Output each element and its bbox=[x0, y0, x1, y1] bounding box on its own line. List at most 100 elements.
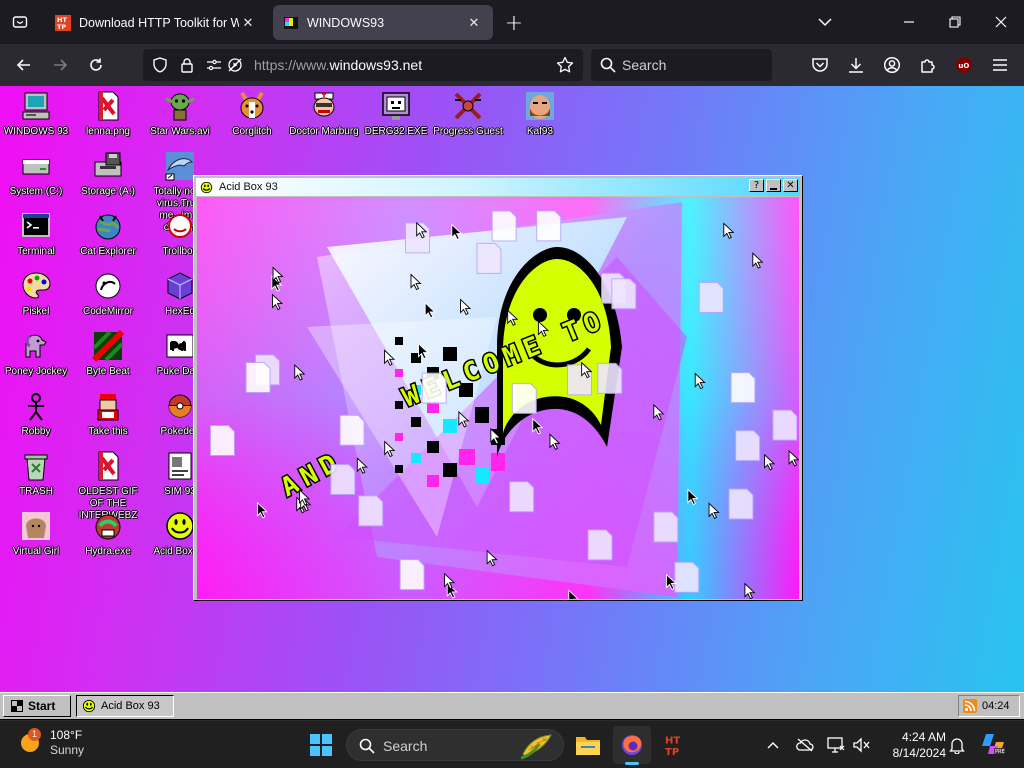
extensions-button[interactable] bbox=[914, 51, 942, 79]
desktop-icon-byte-beat[interactable]: Byte Beat bbox=[72, 330, 144, 378]
downloads-button[interactable] bbox=[842, 51, 870, 79]
rss-feed-icon[interactable] bbox=[963, 699, 977, 713]
app-menu-button[interactable] bbox=[986, 51, 1014, 79]
lock-icon[interactable] bbox=[179, 57, 195, 77]
desktop-icon-cat-explorer[interactable]: Cat Explorer bbox=[72, 210, 144, 258]
trash-icon bbox=[24, 454, 48, 481]
window-help-button[interactable]: ? bbox=[749, 179, 764, 192]
file-explorer-button[interactable] bbox=[569, 726, 607, 764]
desktop-icon-trash[interactable]: TRASH bbox=[0, 450, 72, 498]
floating-document-icon bbox=[511, 382, 537, 414]
desktop-icon-star-wars[interactable]: Star Wars.avi bbox=[144, 90, 216, 138]
desktop-icon-codemirror[interactable]: CodeMirror bbox=[72, 270, 144, 318]
close-tab-button[interactable]: ✕ bbox=[239, 14, 257, 32]
desktop-icon-system-c[interactable]: System (C:) bbox=[0, 150, 72, 198]
desktop-icon-storage-a[interactable]: Storage (A:) bbox=[72, 150, 144, 198]
desktop-icon-virtual-girl[interactable]: Virtual Girl bbox=[0, 510, 72, 558]
start-button[interactable]: Start bbox=[3, 695, 71, 717]
desktop-icon-kaf93[interactable]: Kaf93 bbox=[504, 90, 576, 138]
floating-document-icon bbox=[674, 561, 700, 593]
http-toolkit-button[interactable]: HT TP bbox=[657, 726, 695, 764]
windows93-desktop: WINDOWS 93 lenna.png Star Wars.avi Corgl… bbox=[0, 86, 1024, 692]
reload-button[interactable] bbox=[82, 51, 110, 79]
window-close-button[interactable]: ✕ bbox=[783, 179, 798, 192]
bookmark-star-icon[interactable] bbox=[556, 56, 574, 78]
network-status-button[interactable] bbox=[795, 735, 815, 755]
monitor-face-icon bbox=[382, 92, 410, 120]
close-tab-button[interactable]: ✕ bbox=[465, 14, 483, 32]
new-tab-button[interactable]: + bbox=[500, 9, 528, 37]
desktop-icon-lenna[interactable]: lenna.png bbox=[72, 90, 144, 138]
download-icon bbox=[849, 58, 863, 73]
desktop-icon-derg32[interactable]: DERG32.EXE bbox=[360, 90, 432, 138]
image-file-icon bbox=[98, 91, 119, 121]
desktop-icon-label: lenna.png bbox=[86, 126, 130, 137]
minimize-window-button[interactable] bbox=[894, 8, 924, 36]
minimize-icon bbox=[770, 188, 777, 190]
back-button[interactable] bbox=[10, 51, 38, 79]
desktop-icon-windows93[interactable]: WINDOWS 93 bbox=[0, 90, 72, 138]
chevron-up-icon bbox=[767, 742, 779, 749]
tracking-protection-shield-icon[interactable] bbox=[152, 57, 168, 77]
tab-http-toolkit[interactable]: HT TP Download HTTP Toolkit for Win ✕ bbox=[45, 5, 267, 40]
ublock-origin-button[interactable]: uO bbox=[950, 51, 978, 79]
crossed-swords-icon bbox=[454, 92, 482, 120]
acid-box-canvas[interactable]: WELCOME TO AND bbox=[197, 197, 799, 599]
desktop-icon-doctor-marburg[interactable]: Doctor Marburg bbox=[288, 90, 360, 138]
autoplay-blocked-icon[interactable] bbox=[227, 57, 243, 77]
windows-search-box[interactable]: Search bbox=[346, 729, 564, 761]
tab-windows93[interactable]: WINDOWS93 ✕ bbox=[273, 5, 493, 40]
system-clock[interactable]: 4:24 AM 8/14/2024 bbox=[880, 729, 946, 761]
minimize-icon bbox=[904, 21, 914, 23]
hamburger-menu-icon bbox=[993, 59, 1007, 71]
browser-tab-strip: HT TP Download HTTP Toolkit for Win ✕ WIN… bbox=[0, 0, 1024, 44]
desktop-icon-label: Kaf93 bbox=[526, 126, 554, 137]
trollbox-icon bbox=[168, 214, 192, 238]
cat-globe-icon bbox=[95, 214, 121, 240]
desktop-icon-piskel[interactable]: Piskel bbox=[0, 270, 72, 318]
notifications-button[interactable] bbox=[947, 735, 967, 755]
display-settings-button[interactable] bbox=[826, 735, 846, 755]
close-window-button[interactable] bbox=[986, 8, 1016, 36]
windows93-logo-icon bbox=[11, 700, 23, 712]
floating-document-icon bbox=[611, 278, 637, 310]
url-text[interactable]: https://www.windows93.net bbox=[254, 57, 422, 73]
window-minimize-button[interactable] bbox=[766, 179, 781, 192]
desktop-icon-poney-jockey[interactable]: Poney Jockey bbox=[0, 330, 72, 378]
desktop-icon-robby[interactable]: Robby bbox=[0, 390, 72, 438]
firefox-button[interactable] bbox=[613, 726, 651, 765]
pocket-button[interactable] bbox=[806, 51, 834, 79]
permissions-icon[interactable] bbox=[206, 57, 222, 77]
desktop-icon-label: Star Wars.avi bbox=[150, 126, 210, 137]
floating-document-icon bbox=[209, 425, 235, 457]
tab-overflow-button[interactable] bbox=[810, 8, 840, 36]
windows-start-button[interactable] bbox=[302, 726, 340, 764]
taskbar-item-acid-box[interactable]: Acid Box 93 bbox=[76, 695, 174, 717]
clock-date: 8/14/2024 bbox=[892, 746, 946, 760]
weather-widget[interactable]: 1 108°F Sunny bbox=[18, 728, 84, 758]
show-hidden-icons-button[interactable] bbox=[763, 735, 783, 755]
forward-button[interactable] bbox=[46, 51, 74, 79]
desktop-icon-progress-guest[interactable]: Progress Guest bbox=[432, 90, 504, 138]
acid-box-window[interactable]: Acid Box 93 ? ✕ WELCOME TO AND bbox=[193, 175, 803, 601]
tab-list-icon bbox=[12, 16, 28, 28]
desktop-icon-terminal[interactable]: Terminal bbox=[0, 210, 72, 258]
account-button[interactable] bbox=[878, 51, 906, 79]
window-titlebar[interactable]: Acid Box 93 bbox=[196, 178, 800, 196]
desktop-icon-corglitch[interactable]: Corglitch bbox=[216, 90, 288, 138]
address-bar[interactable]: https://www.windows93.net bbox=[143, 49, 583, 81]
desktop-icon-label: Poney Jockey bbox=[4, 366, 68, 377]
copilot-button[interactable]: PRE bbox=[980, 731, 1006, 757]
desktop-icon-label: Progress Guest bbox=[433, 126, 503, 137]
corn-highlight-icon bbox=[517, 732, 557, 764]
restore-window-button[interactable] bbox=[940, 8, 970, 36]
volume-button[interactable] bbox=[852, 735, 872, 755]
desktop-icon-take-this[interactable]: Take this bbox=[72, 390, 144, 438]
floppy-drive-icon bbox=[94, 152, 122, 177]
computer-icon bbox=[22, 92, 50, 120]
desktop-icon-hydra[interactable]: Hydra.exe bbox=[72, 510, 144, 558]
search-bar[interactable]: Search bbox=[591, 49, 772, 81]
list-all-tabs-button[interactable] bbox=[6, 8, 34, 36]
sun-icon: 1 bbox=[18, 728, 42, 755]
floating-document-icon bbox=[399, 559, 425, 591]
